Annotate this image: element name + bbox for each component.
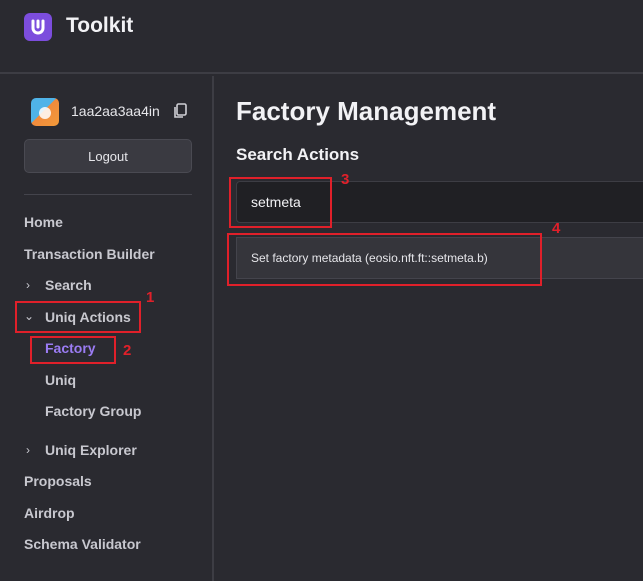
sidebar-item-uniq-actions[interactable]: Uniq Actions <box>45 309 131 325</box>
sidebar-item-home[interactable]: Home <box>24 214 63 230</box>
logout-button[interactable]: Logout <box>24 139 192 173</box>
avatar-icon <box>31 98 59 126</box>
annotation-number-4: 4 <box>552 220 561 237</box>
section-title: Search Actions <box>236 145 360 164</box>
sidebar-item-schema-validator[interactable]: Schema Validator <box>24 536 141 552</box>
chevron-right-icon[interactable]: › <box>26 443 30 457</box>
search-actions-input[interactable] <box>236 181 643 223</box>
sidebar-item-factory[interactable]: Factory <box>45 340 96 356</box>
annotation-number-2: 2 <box>123 342 132 359</box>
app-logo-icon[interactable] <box>24 13 52 41</box>
sidebar-item-uniq[interactable]: Uniq <box>45 372 76 388</box>
annotation-number-1: 1 <box>146 289 155 306</box>
chevron-down-icon[interactable]: ⌄ <box>24 309 34 323</box>
annotation-number-3: 3 <box>341 171 350 188</box>
sidebar-item-transaction-builder[interactable]: Transaction Builder <box>24 246 155 262</box>
top-bar: Toolkit <box>0 0 643 74</box>
copy-icon[interactable] <box>173 103 187 119</box>
sidebar-item-airdrop[interactable]: Airdrop <box>24 505 75 521</box>
page-title: Factory Management <box>236 96 497 126</box>
chevron-right-icon[interactable]: › <box>26 278 30 292</box>
account-name: 1aa2aa3aa4in <box>71 103 160 119</box>
sidebar-divider <box>24 194 192 195</box>
app-title: Toolkit <box>66 14 134 37</box>
logo-glyph <box>31 19 45 35</box>
search-result-item[interactable]: Set factory metadata (eosio.nft.ft::setm… <box>236 237 643 279</box>
search-result-label: Set factory metadata (eosio.nft.ft::setm… <box>251 251 488 265</box>
sidebar-item-proposals[interactable]: Proposals <box>24 473 92 489</box>
avatar-dot <box>39 107 51 119</box>
sidebar-item-uniq-explorer[interactable]: Uniq Explorer <box>45 442 137 458</box>
sidebar-item-factory-group[interactable]: Factory Group <box>45 403 141 419</box>
sidebar-item-search[interactable]: Search <box>45 277 92 293</box>
